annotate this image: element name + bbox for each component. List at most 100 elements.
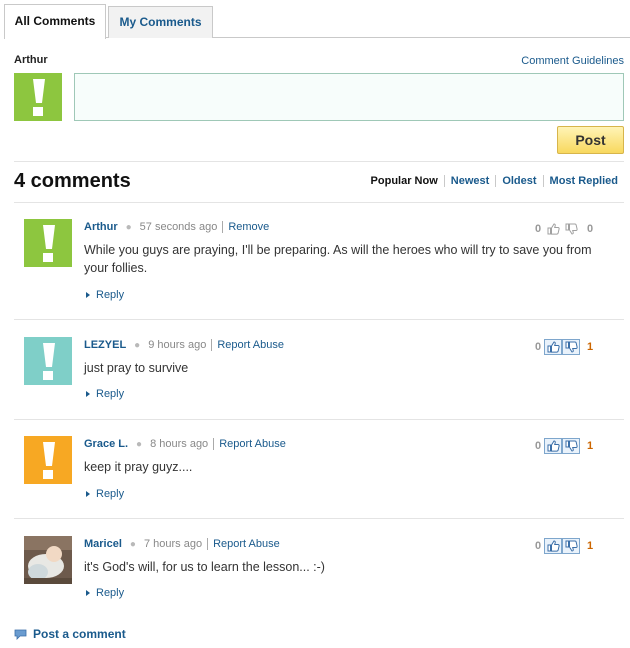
comment-text: just pray to survive	[84, 361, 189, 375]
thumbs-down-button[interactable]	[562, 538, 580, 554]
thumbs-up-count: 0	[534, 223, 542, 235]
compose-username: Arthur	[14, 54, 48, 66]
comment-text: it's God's will, for us to learn the les…	[84, 560, 325, 574]
comment-text: While you guys are praying, I'll be prep…	[84, 243, 592, 275]
comment-meta: Grace L. ● 8 hours ago Report Abuse	[84, 438, 286, 450]
commenter-avatar[interactable]	[24, 219, 72, 267]
sort-most-replied[interactable]: Most Replied	[542, 175, 618, 187]
report-abuse-link[interactable]: Report Abuse	[208, 538, 280, 550]
reply-label: Reply	[96, 289, 125, 301]
sort-popular-now[interactable]: Popular Now	[371, 175, 444, 187]
exclamation-avatar-icon	[24, 219, 72, 267]
comment-timestamp: 7 hours ago	[144, 538, 209, 550]
thumbs-down-icon	[565, 440, 578, 452]
thumbs-down-count: 1	[586, 341, 594, 353]
comment-timestamp: 57 seconds ago	[140, 221, 224, 233]
tab-all-comments[interactable]: All Comments	[4, 4, 106, 39]
vote-controls: 0 1	[534, 538, 594, 554]
compose-avatar	[14, 73, 62, 121]
thumbs-down-button[interactable]	[562, 339, 580, 355]
commenter-avatar[interactable]	[24, 536, 72, 584]
exclamation-avatar-icon	[14, 73, 62, 121]
post-a-comment-link[interactable]: Post a comment	[14, 627, 126, 641]
reply-link[interactable]: Reply	[86, 289, 124, 301]
caret-right-icon	[86, 590, 90, 596]
baby-photo-avatar-icon	[24, 536, 72, 584]
vote-buttons	[544, 221, 580, 237]
comment-item: LEZYEL ● 9 hours ago Report Abuse 0 1 ju…	[14, 337, 624, 419]
reply-label: Reply	[96, 388, 125, 400]
sort-newest[interactable]: Newest	[443, 175, 496, 187]
vote-controls: 0 1	[534, 438, 594, 454]
reply-label: Reply	[96, 488, 125, 500]
divider	[14, 319, 624, 320]
vote-buttons	[544, 438, 580, 454]
thumbs-up-icon	[547, 223, 560, 235]
comment-meta: LEZYEL ● 9 hours ago Report Abuse	[84, 339, 284, 351]
thumbs-down-icon	[565, 341, 578, 353]
separator-dot: ●	[136, 438, 143, 450]
comment-timestamp: 8 hours ago	[150, 438, 215, 450]
sort-oldest[interactable]: Oldest	[495, 175, 542, 187]
thumbs-up-icon	[547, 540, 560, 552]
comment-timestamp: 9 hours ago	[148, 339, 213, 351]
exclamation-avatar-icon	[24, 337, 72, 385]
thumbs-down-icon	[565, 223, 578, 235]
vote-buttons	[544, 339, 580, 355]
thumbs-down-button[interactable]	[562, 438, 580, 454]
tab-my-comments[interactable]: My Comments	[108, 6, 213, 38]
comment-meta: Arthur ● 57 seconds ago Remove	[84, 221, 269, 233]
thumbs-up-count: 0	[534, 440, 542, 452]
comment-author[interactable]: Maricel	[84, 538, 122, 550]
caret-right-icon	[86, 391, 90, 397]
thumbs-down-count: 1	[586, 540, 594, 552]
thumbs-up-button[interactable]	[544, 339, 562, 355]
reply-link[interactable]: Reply	[86, 587, 124, 599]
thumbs-up-button[interactable]	[544, 538, 562, 554]
thumbs-up-button[interactable]	[544, 221, 562, 237]
thumbs-down-button[interactable]	[562, 221, 580, 237]
thumbs-down-count: 1	[586, 440, 594, 452]
reply-link[interactable]: Reply	[86, 488, 124, 500]
comment-item: Maricel ● 7 hours ago Report Abuse 0 1 i…	[14, 536, 624, 618]
thumbs-up-icon	[547, 440, 560, 452]
comment-author[interactable]: LEZYEL	[84, 339, 126, 351]
commenter-avatar[interactable]	[24, 337, 72, 385]
commenter-avatar[interactable]	[24, 436, 72, 484]
exclamation-avatar-icon	[24, 436, 72, 484]
remove-link[interactable]: Remove	[223, 221, 269, 233]
comment-item: Arthur ● 57 seconds ago Remove 0 0 While…	[14, 219, 624, 319]
divider	[14, 202, 624, 203]
separator-dot: ●	[129, 538, 136, 550]
divider	[14, 161, 624, 162]
thumbs-up-count: 0	[534, 540, 542, 552]
comment-text: keep it pray guyz....	[84, 460, 193, 474]
comment-guidelines-link[interactable]: Comment Guidelines	[521, 55, 624, 67]
caret-right-icon	[86, 491, 90, 497]
reply-label: Reply	[96, 587, 125, 599]
caret-right-icon	[86, 292, 90, 298]
comment-author[interactable]: Grace L.	[84, 438, 128, 450]
report-abuse-link[interactable]: Report Abuse	[212, 339, 284, 351]
comment-author[interactable]: Arthur	[84, 221, 118, 233]
thumbs-down-count: 0	[586, 223, 594, 235]
report-abuse-link[interactable]: Report Abuse	[214, 438, 286, 450]
post-button[interactable]: Post	[557, 126, 624, 154]
post-a-comment-label: Post a comment	[33, 627, 126, 641]
comment-count: 4 comments	[14, 170, 131, 192]
comment-input[interactable]	[74, 73, 624, 121]
thumbs-down-icon	[565, 540, 578, 552]
sort-bar: Popular Now Newest Oldest Most Replied	[371, 175, 618, 187]
separator-dot: ●	[134, 339, 141, 351]
vote-buttons	[544, 538, 580, 554]
divider	[14, 518, 624, 519]
comment-tabs: All Comments My Comments	[4, 4, 630, 39]
comment-item: Grace L. ● 8 hours ago Report Abuse 0 1 …	[14, 436, 624, 518]
speech-bubble-icon	[14, 629, 27, 640]
thumbs-up-button[interactable]	[544, 438, 562, 454]
divider	[14, 419, 624, 420]
vote-controls: 0 0	[534, 221, 594, 237]
comment-meta: Maricel ● 7 hours ago Report Abuse	[84, 538, 280, 550]
thumbs-up-count: 0	[534, 341, 542, 353]
reply-link[interactable]: Reply	[86, 388, 124, 400]
